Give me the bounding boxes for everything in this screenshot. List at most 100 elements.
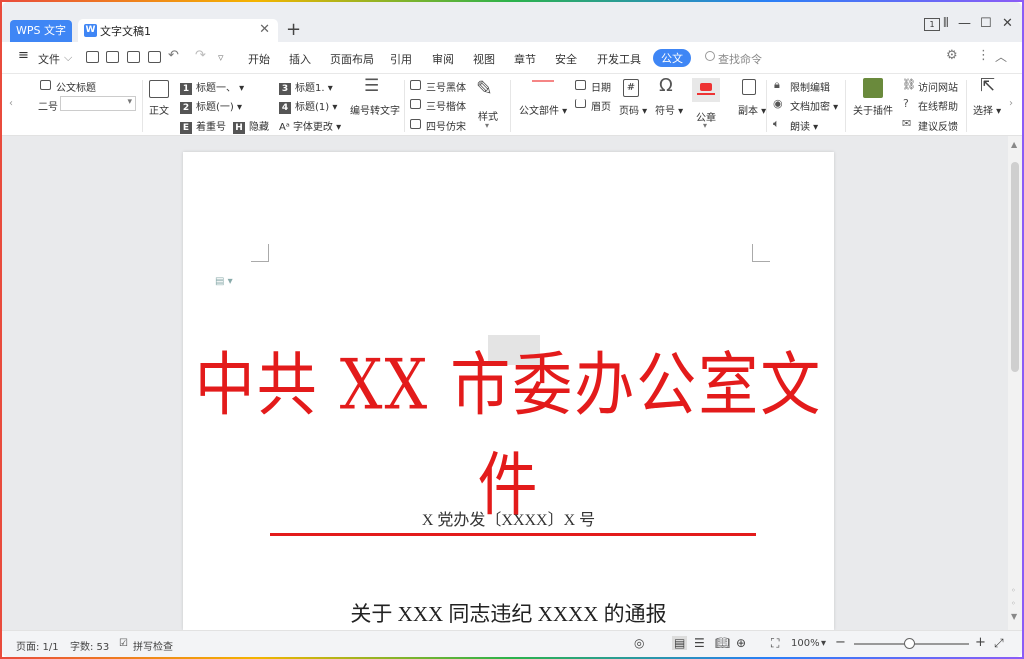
online-help-button[interactable]: 在线帮助 bbox=[918, 98, 958, 113]
visit-site-button[interactable]: 访问网站 bbox=[918, 79, 958, 94]
feedback-button[interactable]: 建议反馈 bbox=[918, 118, 958, 133]
layout-icon[interactable]: ⦀ bbox=[943, 16, 949, 31]
doc-encrypt-button[interactable]: 文档加密 ▾ bbox=[790, 98, 838, 113]
ribbon-scroll-left-icon[interactable]: ‹ bbox=[9, 98, 13, 109]
command-search[interactable]: 查找命令 bbox=[718, 51, 762, 67]
page-number-button[interactable]: 页码 ▾ bbox=[619, 102, 647, 117]
font-change-button[interactable]: Aᵃ 字体更改 ▾ bbox=[279, 118, 341, 133]
doc-parts-button[interactable]: 公文部件 ▾ bbox=[519, 102, 567, 117]
more-options-icon[interactable]: ⋮ bbox=[977, 48, 990, 63]
print-icon[interactable] bbox=[127, 51, 140, 63]
spellcheck-toggle[interactable]: 拼写检查 bbox=[133, 638, 173, 653]
scroll-down-icon[interactable]: ▼ bbox=[1011, 612, 1017, 621]
copy-doc-icon bbox=[742, 79, 756, 95]
document-red-header[interactable]: 中共 XX 市委办公室文件 bbox=[183, 329, 834, 529]
hide-button[interactable]: H 隐藏 bbox=[233, 118, 269, 134]
tab-home[interactable]: 开始 bbox=[248, 51, 270, 67]
zoom-in-icon[interactable]: + bbox=[975, 635, 986, 650]
body-text-button[interactable]: 正文 bbox=[149, 102, 169, 117]
ribbon-scroll-right-icon[interactable]: › bbox=[1009, 98, 1013, 109]
zoom-level[interactable]: 100% bbox=[791, 638, 820, 649]
chevron-down-icon[interactable]: ⌵ bbox=[64, 51, 72, 65]
window-count-badge[interactable]: 1 bbox=[924, 18, 940, 31]
new-tab-button[interactable]: + bbox=[286, 19, 301, 40]
eye-protection-icon[interactable]: ◎ bbox=[634, 636, 644, 650]
title-bar: WPS 文字 W 文字文稿1 ✕ + 1 ⦀ — ☐ ✕ bbox=[2, 2, 1022, 42]
customize-toolbar-icon[interactable]: ▿ bbox=[218, 51, 224, 64]
page-indicator[interactable]: 页面: 1/1 bbox=[16, 638, 59, 653]
close-window-icon[interactable]: ✕ bbox=[1002, 16, 1013, 31]
tab-security[interactable]: 安全 bbox=[555, 51, 577, 67]
copy-button[interactable]: 副本 ▾ bbox=[738, 102, 766, 117]
date-button[interactable]: 日期 bbox=[591, 79, 611, 94]
tab-review[interactable]: 审阅 bbox=[432, 51, 454, 67]
tab-chapter[interactable]: 章节 bbox=[514, 51, 536, 67]
prev-page-icon[interactable]: ◦ bbox=[1011, 586, 1016, 595]
select-button[interactable]: 选择 ▾ bbox=[973, 102, 1001, 117]
number-4-icon: 4 bbox=[279, 102, 291, 114]
font-size-dropdown[interactable] bbox=[60, 96, 136, 111]
hamburger-icon[interactable]: ≡ bbox=[18, 48, 29, 63]
tab-page-layout[interactable]: 页面布局 bbox=[330, 51, 374, 67]
official-title-button[interactable]: 公文标题 bbox=[56, 79, 96, 94]
spellcheck-checkbox-icon[interactable]: ☑ bbox=[119, 638, 128, 649]
heading4-button[interactable]: 4 标题(1) ▾ bbox=[279, 98, 337, 114]
file-menu[interactable]: 文件 bbox=[38, 51, 60, 67]
save-icon[interactable] bbox=[86, 51, 99, 63]
tab-official-doc[interactable]: 公文 bbox=[653, 49, 691, 67]
document-canvas[interactable]: ▤ ▾ 中共 XX 市委办公室文件 X 党办发〔XXXX〕X 号 关于 XXX … bbox=[2, 136, 1022, 630]
web-view-icon[interactable]: ⊕ bbox=[736, 636, 746, 650]
tab-insert[interactable]: 插入 bbox=[289, 51, 311, 67]
heading2-button[interactable]: 2 标题(一) ▾ bbox=[180, 98, 242, 114]
zoom-dropdown-icon[interactable]: ▾ bbox=[821, 638, 826, 649]
undo-icon[interactable]: ↶ bbox=[168, 48, 179, 63]
font-fang-button[interactable]: 四号仿宋 bbox=[426, 118, 466, 133]
close-tab-icon[interactable]: ✕ bbox=[259, 22, 270, 37]
export-pdf-icon[interactable] bbox=[106, 51, 119, 63]
paragraph-options-icon[interactable]: ▤ ▾ bbox=[215, 276, 233, 287]
word-count[interactable]: 字数: 53 bbox=[70, 638, 109, 653]
heading3-button[interactable]: 3 标题1. ▾ bbox=[279, 79, 333, 95]
style-dropdown-icon[interactable]: ▾ bbox=[485, 121, 489, 130]
emphasis-button[interactable]: E 着重号 bbox=[180, 118, 226, 134]
outline-view-icon[interactable]: ☰ bbox=[694, 636, 705, 650]
redo-icon[interactable]: ↷ bbox=[195, 48, 206, 63]
document-number[interactable]: X 党办发〔XXXX〕X 号 bbox=[183, 506, 834, 530]
divider bbox=[845, 80, 846, 132]
about-plugin-button[interactable]: 关于插件 bbox=[853, 102, 893, 117]
document-page[interactable]: ▤ ▾ 中共 XX 市委办公室文件 X 党办发〔XXXX〕X 号 关于 XXX … bbox=[183, 152, 834, 630]
hide-h-icon: H bbox=[233, 122, 245, 134]
scrollbar-thumb[interactable] bbox=[1011, 162, 1019, 372]
restrict-edit-button[interactable]: 限制编辑 bbox=[790, 79, 830, 94]
collapse-ribbon-icon[interactable]: ︿ bbox=[995, 48, 1007, 65]
seal-dropdown-icon[interactable]: ▾ bbox=[703, 121, 707, 130]
tab-view[interactable]: 视图 bbox=[473, 51, 495, 67]
settings-gear-icon[interactable]: ⚙ bbox=[946, 48, 958, 63]
read-aloud-button[interactable]: 朗读 ▾ bbox=[790, 118, 818, 133]
tab-developer[interactable]: 开发工具 bbox=[597, 51, 641, 67]
symbol-button[interactable]: 符号 ▾ bbox=[655, 102, 683, 117]
zoom-out-icon[interactable]: − bbox=[835, 635, 846, 650]
minimize-icon[interactable]: — bbox=[958, 16, 971, 31]
fit-page-icon[interactable]: ⛶ bbox=[771, 636, 779, 651]
print-preview-icon[interactable] bbox=[148, 51, 161, 63]
font-hei-button[interactable]: 三号黑体 bbox=[426, 79, 466, 94]
number-to-text-button[interactable]: 编号转文字 bbox=[350, 102, 400, 117]
seal-icon bbox=[692, 78, 720, 102]
maximize-icon[interactable]: ☐ bbox=[980, 16, 992, 31]
zoom-slider-handle[interactable] bbox=[904, 638, 915, 649]
document-tab[interactable]: W 文字文稿1 ✕ bbox=[78, 19, 278, 42]
page-view-icon[interactable]: ▤ bbox=[672, 636, 688, 650]
divider bbox=[142, 80, 143, 132]
reading-view-icon[interactable]: 📖︎ bbox=[715, 636, 730, 650]
app-tab[interactable]: WPS 文字 bbox=[10, 20, 72, 42]
document-subject[interactable]: 关于 XXX 同志违纪 XXXX 的通报 bbox=[183, 598, 834, 628]
scroll-up-icon[interactable]: ▲ bbox=[1011, 140, 1017, 149]
fullscreen-icon[interactable]: ⤢ bbox=[994, 636, 1004, 651]
font-kai-button[interactable]: 三号楷体 bbox=[426, 98, 466, 113]
header-button[interactable]: 眉页 bbox=[591, 98, 611, 113]
select-browse-object-icon[interactable]: ◦ bbox=[1011, 599, 1016, 608]
vertical-scrollbar[interactable]: ▲ ◦ ◦ ▼ bbox=[1008, 136, 1022, 630]
tab-references[interactable]: 引用 bbox=[390, 51, 412, 67]
heading1-button[interactable]: 1 标题一、 ▾ bbox=[180, 79, 244, 95]
